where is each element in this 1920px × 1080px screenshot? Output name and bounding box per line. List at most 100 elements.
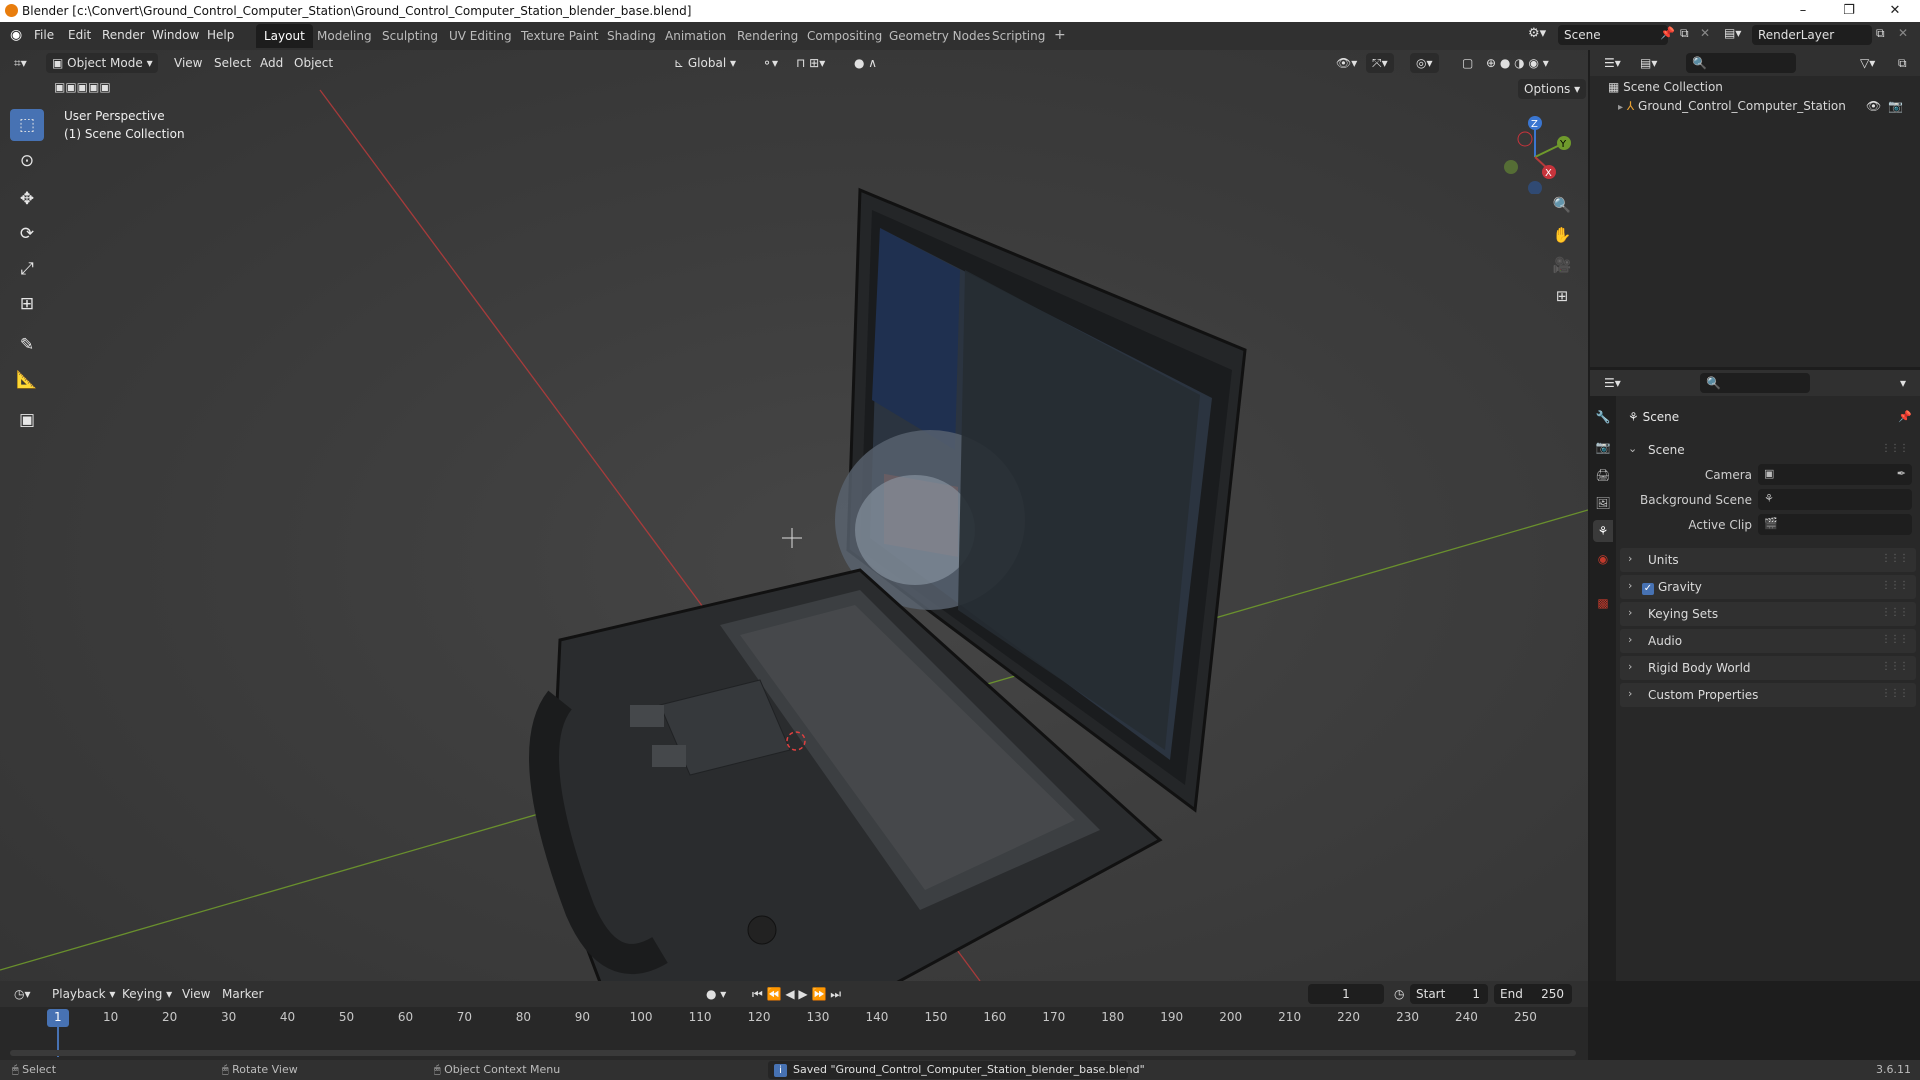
properties-editor-type-icon[interactable]: ☰▾	[1598, 373, 1627, 393]
menu-help[interactable]: Help	[207, 28, 234, 42]
timeline-editor-type-icon[interactable]: ◷▾	[8, 984, 37, 1004]
editor-type-icon[interactable]: ⌗▾	[8, 53, 33, 73]
proportional-edit-icon[interactable]: ● ∧	[848, 53, 883, 73]
menu-add[interactable]: Add	[254, 53, 289, 73]
overlay-toggle-icon[interactable]: ◎▾	[1410, 53, 1439, 73]
drag-grip-icon[interactable]: ⋮⋮⋮	[1881, 553, 1909, 564]
texture-tab-icon[interactable]: ▩	[1593, 592, 1613, 614]
menu-timeline-view[interactable]: View	[176, 984, 216, 1004]
panel-gravity[interactable]: › ✓ Gravity ⋮⋮⋮	[1620, 575, 1916, 599]
menu-playback[interactable]: Playback ▾	[46, 984, 121, 1004]
tab-compositing[interactable]: Compositing	[799, 24, 890, 48]
properties-options-icon[interactable]: ▾	[1894, 373, 1912, 393]
timeline-scrollbar[interactable]	[10, 1050, 1576, 1056]
drag-grip-icon[interactable]: ⋮⋮⋮	[1881, 607, 1909, 618]
menu-edit[interactable]: Edit	[68, 28, 91, 42]
menu-marker[interactable]: Marker	[216, 984, 269, 1004]
eyedropper-icon[interactable]: ✒	[1897, 467, 1906, 480]
world-tab-icon[interactable]: ◉	[1593, 548, 1613, 570]
tab-modeling[interactable]: Modeling	[309, 24, 380, 48]
tab-animation[interactable]: Animation	[657, 24, 734, 48]
menu-select[interactable]: Select	[208, 53, 257, 73]
outliner-search-input[interactable]: 🔍	[1686, 53, 1796, 73]
pivot-point-icon[interactable]: ⚬▾	[756, 53, 784, 73]
menu-keying[interactable]: Keying ▾	[116, 984, 178, 1004]
blender-menu-icon[interactable]: ◉	[10, 27, 22, 43]
transform-orientation[interactable]: ⊾ Global ▾	[668, 53, 742, 73]
rotate-tool-icon[interactable]: ⟳	[10, 218, 44, 250]
menu-window[interactable]: Window	[152, 28, 199, 42]
filter-icon[interactable]: ▽▾	[1854, 53, 1881, 73]
pan-hand-icon[interactable]: ✋	[1549, 222, 1575, 248]
close-button[interactable]: ✕	[1872, 0, 1918, 22]
menu-render[interactable]: Render	[102, 28, 145, 42]
start-frame-field[interactable]: Start 1	[1410, 984, 1488, 1004]
outliner-scene-collection[interactable]: ▦ Scene Collection	[1608, 80, 1723, 94]
snap-icon[interactable]: ⊓ ⊞▾	[790, 53, 831, 73]
end-frame-field[interactable]: End 250	[1494, 984, 1572, 1004]
outliner-item[interactable]: ▸ ⅄ Ground_Control_Computer_Station 👁 📷	[1618, 99, 1916, 119]
pin-icon[interactable]: 📌	[1898, 410, 1912, 423]
menu-view[interactable]: View	[168, 53, 208, 73]
shading-modes-icon[interactable]: ⊕ ● ◑ ◉ ▾	[1480, 53, 1555, 73]
panel-rigid-body-world[interactable]: › Rigid Body World ⋮⋮⋮	[1620, 656, 1916, 680]
camera-field[interactable]: ▣ ✒	[1758, 464, 1912, 485]
mode-selector[interactable]: ▣ Object Mode ▾	[46, 53, 158, 73]
panel-custom-properties[interactable]: › Custom Properties ⋮⋮⋮	[1620, 683, 1916, 707]
tab-rendering[interactable]: Rendering	[729, 24, 806, 48]
select-mode-icons[interactable]: ▣▣▣▣▣	[48, 77, 117, 97]
tab-sculpting[interactable]: Sculpting	[374, 24, 446, 48]
cursor-tool-icon[interactable]: ⊙	[10, 145, 44, 177]
preview-range-icon[interactable]: ◷	[1388, 984, 1410, 1004]
menu-object[interactable]: Object	[288, 53, 339, 73]
maximize-button[interactable]: ❐	[1826, 0, 1872, 22]
panel-scene[interactable]: ⌄ Scene ⋮⋮⋮	[1620, 438, 1916, 462]
auto-keying-icon[interactable]: ● ▾	[700, 984, 732, 1004]
display-mode-icon[interactable]: ▤▾	[1634, 53, 1663, 73]
outliner-editor-type-icon[interactable]: ☰▾	[1598, 53, 1627, 73]
3d-viewport[interactable]: ⌗▾ ▣ Object Mode ▾ View Select Add Objec…	[0, 50, 1588, 981]
background-scene-field[interactable]: ⚘	[1758, 489, 1912, 510]
pin-scene-icon[interactable]: 📌	[1660, 26, 1675, 40]
expand-arrow-icon[interactable]: ▸	[1618, 102, 1623, 113]
new-scene-icon[interactable]: ⧉	[1680, 26, 1689, 41]
tool-tab-icon[interactable]: 🔧	[1593, 406, 1613, 428]
add-cube-tool-icon[interactable]: ▣	[10, 404, 44, 436]
tab-scripting[interactable]: Scripting	[984, 24, 1053, 48]
new-viewlayer-icon[interactable]: ⧉	[1876, 26, 1885, 41]
drag-grip-icon[interactable]: ⋮⋮⋮	[1881, 688, 1909, 699]
viewlayer-selector[interactable]: RenderLayer	[1752, 25, 1872, 45]
scene-selector[interactable]: Scene	[1558, 25, 1668, 45]
tab-texture-paint[interactable]: Texture Paint	[513, 24, 606, 48]
output-tab-icon[interactable]: 🖨	[1593, 464, 1613, 486]
drag-grip-icon[interactable]: ⋮⋮⋮	[1881, 634, 1909, 645]
scale-tool-icon[interactable]: ⤢	[10, 253, 44, 285]
panel-audio[interactable]: › Audio ⋮⋮⋮	[1620, 629, 1916, 653]
viewlayer-tab-icon[interactable]: 🖼	[1593, 492, 1613, 514]
delete-viewlayer-icon[interactable]: ✕	[1898, 26, 1908, 40]
menu-file[interactable]: File	[34, 28, 54, 42]
add-workspace-button[interactable]: +	[1046, 22, 1074, 46]
visibility-icon[interactable]: 👁▾	[1330, 53, 1363, 73]
tab-geometry-nodes[interactable]: Geometry Nodes	[881, 24, 998, 48]
panel-keying-sets[interactable]: › Keying Sets ⋮⋮⋮	[1620, 602, 1916, 626]
xray-toggle-icon[interactable]: ▢	[1456, 53, 1479, 73]
drag-grip-icon[interactable]: ⋮⋮⋮	[1881, 580, 1909, 591]
minimize-button[interactable]: –	[1780, 0, 1826, 22]
viewlayer-browse-icon[interactable]: ▤▾	[1724, 26, 1741, 40]
move-tool-icon[interactable]: ✥	[10, 183, 44, 215]
render-camera-icon[interactable]: 📷	[1888, 99, 1903, 113]
annotate-tool-icon[interactable]: ✎	[10, 329, 44, 361]
playback-controls[interactable]: ⏮ ⏪ ◀ ▶ ⏩ ⏭	[746, 984, 847, 1004]
active-clip-field[interactable]: 🎬	[1758, 514, 1912, 535]
drag-grip-icon[interactable]: ⋮⋮⋮	[1881, 661, 1909, 672]
render-tab-icon[interactable]: 📷	[1593, 436, 1613, 458]
measure-tool-icon[interactable]: 📐	[10, 364, 44, 396]
panel-units[interactable]: › Units ⋮⋮⋮	[1620, 548, 1916, 572]
new-collection-icon[interactable]: ⧉	[1892, 53, 1913, 73]
scene-browse-icon[interactable]: ⚙▾	[1528, 26, 1546, 41]
options-button[interactable]: Options ▾	[1518, 79, 1587, 99]
scene-tab-icon[interactable]: ⚘	[1593, 520, 1613, 542]
drag-grip-icon[interactable]: ⋮⋮⋮	[1881, 443, 1909, 454]
zoom-icon[interactable]: 🔍	[1549, 192, 1575, 218]
